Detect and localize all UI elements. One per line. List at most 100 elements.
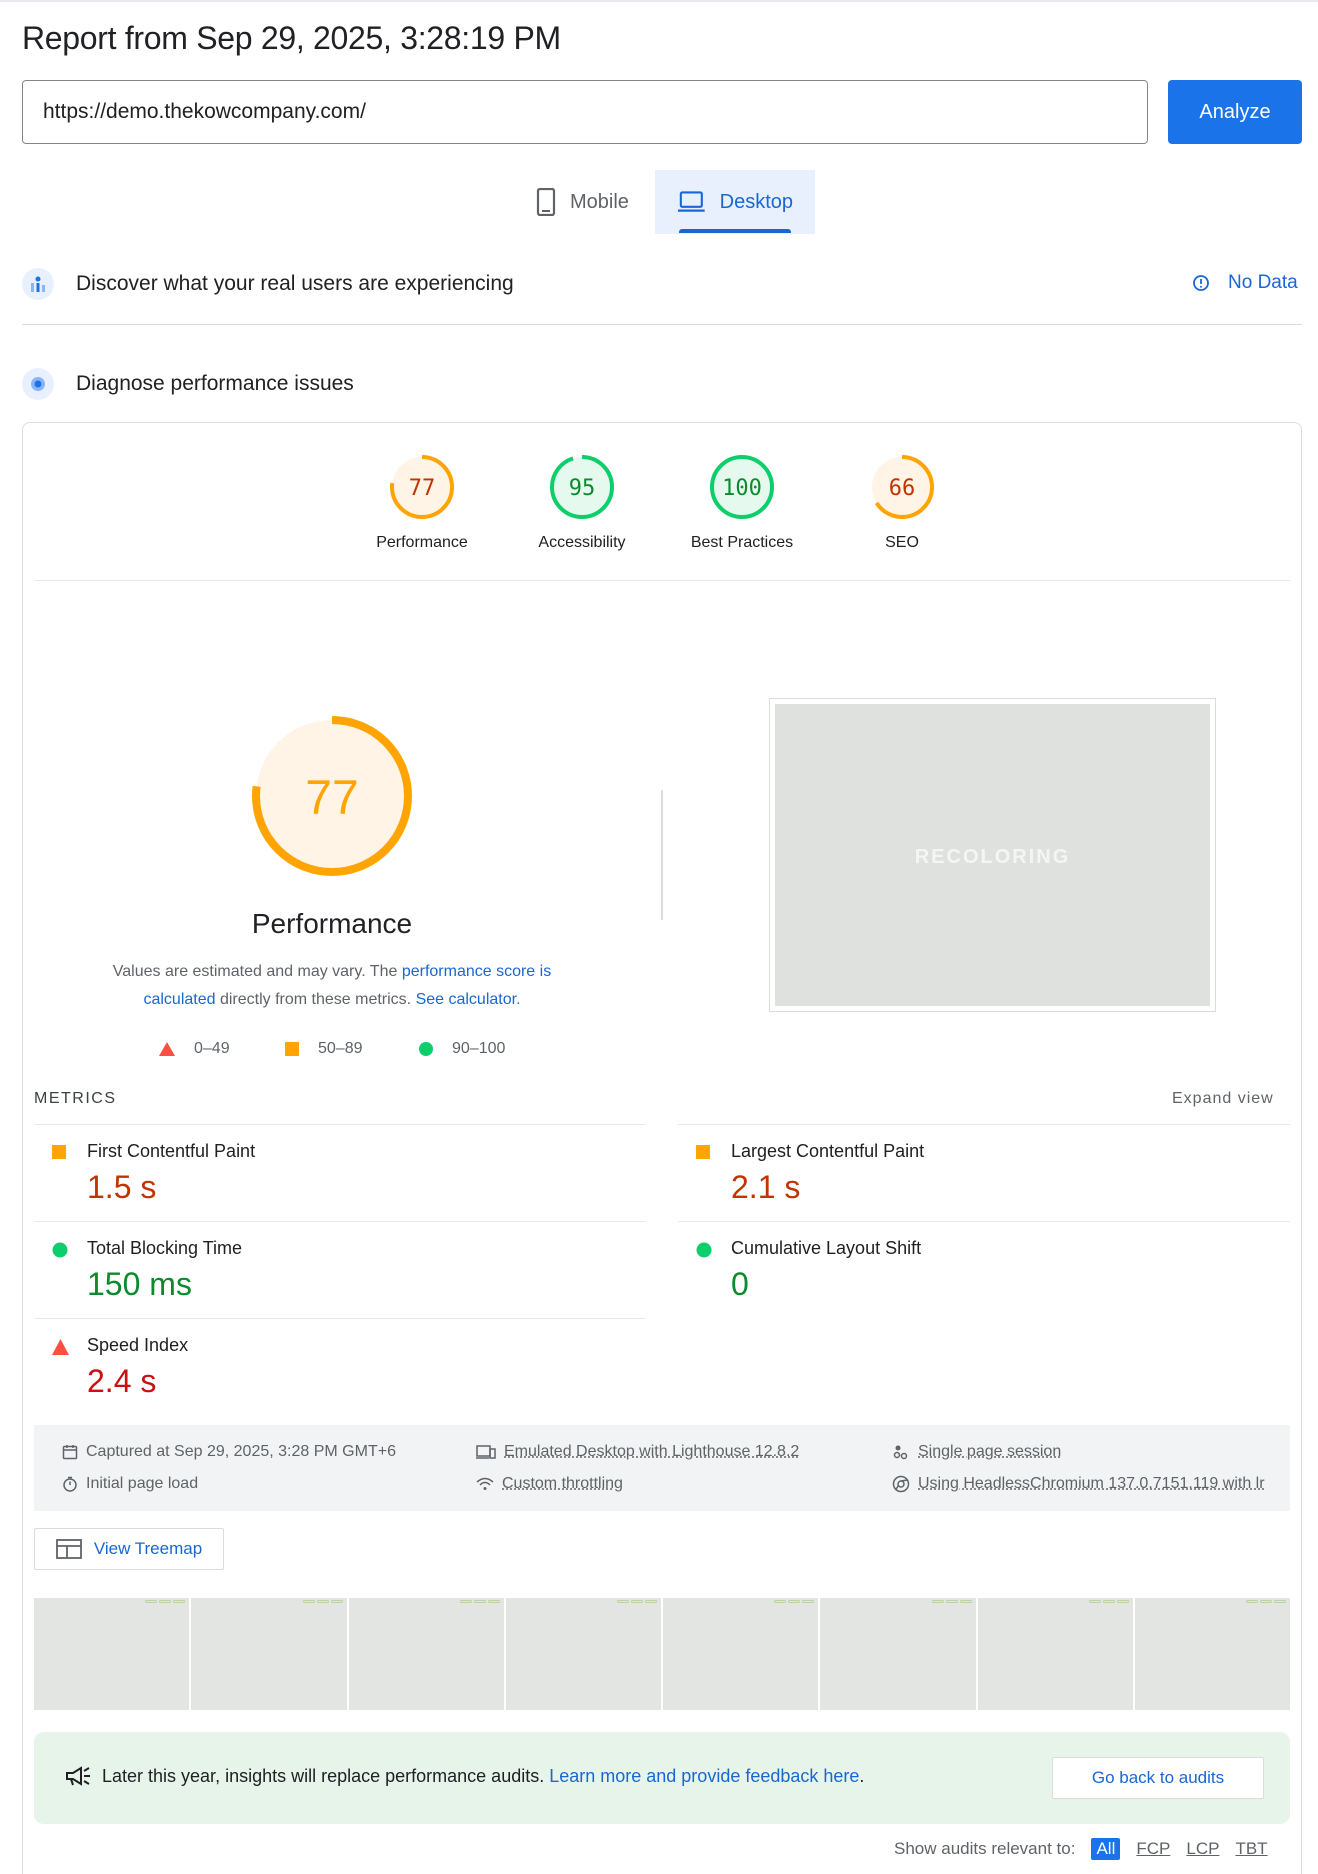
final-screenshot[interactable]: RECOLORING bbox=[769, 698, 1216, 1012]
audit-filter: Show audits relevant to: All FCP LCP TBT bbox=[894, 1838, 1268, 1860]
see-calculator-link[interactable]: See calculator bbox=[416, 991, 517, 1008]
filmstrip-frame bbox=[977, 1598, 1133, 1710]
legend-pass-label: 90–100 bbox=[452, 1040, 506, 1057]
metric-value: 2.4 s bbox=[87, 1363, 157, 1399]
env-throttling-text: Custom throttling bbox=[502, 1475, 623, 1492]
gauge-score: 100 bbox=[722, 476, 762, 501]
gauges-divider bbox=[34, 580, 1290, 581]
metric-name: Largest Contentful Paint bbox=[731, 1141, 925, 1161]
tab-mobile[interactable]: Mobile bbox=[514, 170, 651, 234]
gauge-score: 77 bbox=[409, 476, 436, 501]
env-browser[interactable]: Using HeadlessChromium 137.0.7151.119 wi… bbox=[892, 1475, 1265, 1493]
tab-active-indicator bbox=[679, 229, 791, 233]
gauge-best-practices[interactable]: 100 Best Practices bbox=[672, 452, 812, 552]
learn-more-link[interactable]: Learn more and provide feedback here bbox=[549, 1766, 859, 1786]
square-icon bbox=[52, 1145, 66, 1159]
env-session[interactable]: Single page session bbox=[892, 1443, 1061, 1461]
note-text: directly from these metrics. bbox=[215, 991, 416, 1008]
filter-fcp[interactable]: FCP bbox=[1136, 1839, 1170, 1859]
metric-tbt: Total Blocking Time 150 ms bbox=[34, 1221, 646, 1318]
env-emulated[interactable]: Emulated Desktop with Lighthouse 12.8.2 bbox=[476, 1443, 799, 1461]
tab-desktop[interactable]: Desktop bbox=[655, 170, 815, 234]
devices-icon bbox=[476, 1445, 496, 1459]
circle-icon bbox=[419, 1042, 433, 1056]
filmstrip-frame bbox=[820, 1598, 976, 1710]
analyze-button[interactable]: Analyze bbox=[1168, 80, 1302, 144]
env-throttling[interactable]: Custom throttling bbox=[476, 1475, 623, 1493]
insights-suffix: . bbox=[859, 1765, 865, 1786]
phone-icon bbox=[536, 188, 556, 216]
env-initial-load-text: Initial page load bbox=[86, 1475, 199, 1492]
metric-value: 0 bbox=[731, 1266, 749, 1302]
env-captured: Captured at Sep 29, 2025, 3:28 PM GMT+6 bbox=[62, 1443, 396, 1461]
expand-view-toggle[interactable]: Expand view bbox=[1172, 1090, 1274, 1108]
view-treemap-button[interactable]: View Treemap bbox=[34, 1528, 224, 1570]
url-input[interactable] bbox=[22, 80, 1148, 144]
filter-lcp[interactable]: LCP bbox=[1186, 1839, 1219, 1859]
treemap-icon bbox=[55, 1539, 82, 1559]
laptop-icon bbox=[677, 191, 705, 212]
env-captured-text: Captured at Sep 29, 2025, 3:28 PM GMT+6 bbox=[86, 1443, 396, 1460]
field-data-heading: Discover what your real users are experi… bbox=[76, 272, 514, 295]
gauge-ring: 95 bbox=[550, 455, 614, 519]
field-data-heading-row: Discover what your real users are experi… bbox=[22, 268, 514, 300]
tab-mobile-label: Mobile bbox=[570, 190, 629, 213]
diagnose-icon bbox=[22, 368, 54, 400]
wifi-icon bbox=[476, 1477, 494, 1490]
insights-text: Later this year, insights will replace p… bbox=[102, 1765, 550, 1786]
vertical-separator bbox=[661, 790, 663, 920]
filmstrip-frame bbox=[348, 1598, 504, 1710]
users-chart-icon bbox=[22, 268, 54, 300]
env-emulated-text: Emulated Desktop with Lighthouse 12.8.2 bbox=[504, 1443, 800, 1460]
section-divider bbox=[22, 324, 1302, 325]
circle-icon bbox=[52, 1242, 68, 1258]
metric-name: Cumulative Layout Shift bbox=[731, 1238, 922, 1258]
diagnose-heading-row: Diagnose performance issues bbox=[22, 368, 354, 400]
metric-cls: Cumulative Layout Shift 0 bbox=[678, 1221, 1290, 1318]
filmstrip-frame bbox=[191, 1598, 347, 1710]
no-data-status[interactable]: No Data bbox=[1192, 272, 1298, 294]
performance-big-gauge: 77 bbox=[252, 716, 412, 876]
filmstrip-frame bbox=[34, 1598, 190, 1710]
gauge-label: Best Practices bbox=[690, 534, 794, 551]
gauge-performance[interactable]: 77 Performance bbox=[352, 452, 492, 552]
insights-message: Later this year, insights will replace p… bbox=[64, 1764, 864, 1788]
filter-all[interactable]: All bbox=[1091, 1838, 1121, 1860]
square-icon bbox=[285, 1042, 299, 1056]
filmstrip-frame bbox=[1134, 1598, 1290, 1710]
gauge-seo[interactable]: 66 SEO bbox=[832, 452, 972, 552]
info-icon bbox=[1193, 275, 1209, 291]
triangle-icon bbox=[52, 1339, 69, 1355]
metric-name: Speed Index bbox=[87, 1335, 189, 1355]
go-back-to-audits-button[interactable]: Go back to audits bbox=[1052, 1757, 1264, 1799]
audit-filter-label: Show audits relevant to: bbox=[894, 1839, 1076, 1858]
top-border bbox=[0, 0, 1318, 2]
square-icon bbox=[696, 1145, 710, 1159]
legend-pass: 90–100 bbox=[418, 1040, 505, 1058]
gauge-accessibility[interactable]: 95 Accessibility bbox=[512, 452, 652, 552]
gauge-score: 77 bbox=[305, 771, 358, 824]
metric-name: First Contentful Paint bbox=[87, 1141, 256, 1161]
note-text: . bbox=[516, 991, 521, 1008]
legend-average: 50–89 bbox=[284, 1040, 363, 1058]
filmstrip-frame bbox=[505, 1598, 661, 1710]
gauge-score: 66 bbox=[889, 476, 916, 501]
calendar-icon bbox=[62, 1445, 78, 1460]
legend-fail-label: 0–49 bbox=[194, 1040, 230, 1057]
filter-tbt[interactable]: TBT bbox=[1235, 1839, 1267, 1859]
screenshot-overlay-text: RECOLORING bbox=[914, 846, 1071, 868]
metric-value: 150 ms bbox=[87, 1266, 192, 1302]
metric-name: Total Blocking Time bbox=[87, 1238, 243, 1258]
filmstrip bbox=[34, 1598, 1290, 1710]
env-browser-text: Using HeadlessChromium 137.0.7151.119 wi… bbox=[918, 1475, 1265, 1492]
note-text: Values are estimated and may vary. The bbox=[112, 963, 402, 980]
megaphone-icon bbox=[66, 1766, 90, 1786]
legend-average-label: 50–89 bbox=[318, 1040, 363, 1057]
view-treemap-label: View Treemap bbox=[93, 1539, 203, 1558]
performance-big-label: Performance bbox=[251, 908, 413, 939]
screenshot-thumbnail: RECOLORING bbox=[775, 704, 1210, 1006]
circle-icon bbox=[696, 1242, 712, 1258]
gauge-score: 95 bbox=[569, 476, 596, 501]
metric-fcp: First Contentful Paint 1.5 s bbox=[34, 1124, 646, 1221]
tab-desktop-label: Desktop bbox=[719, 190, 793, 213]
